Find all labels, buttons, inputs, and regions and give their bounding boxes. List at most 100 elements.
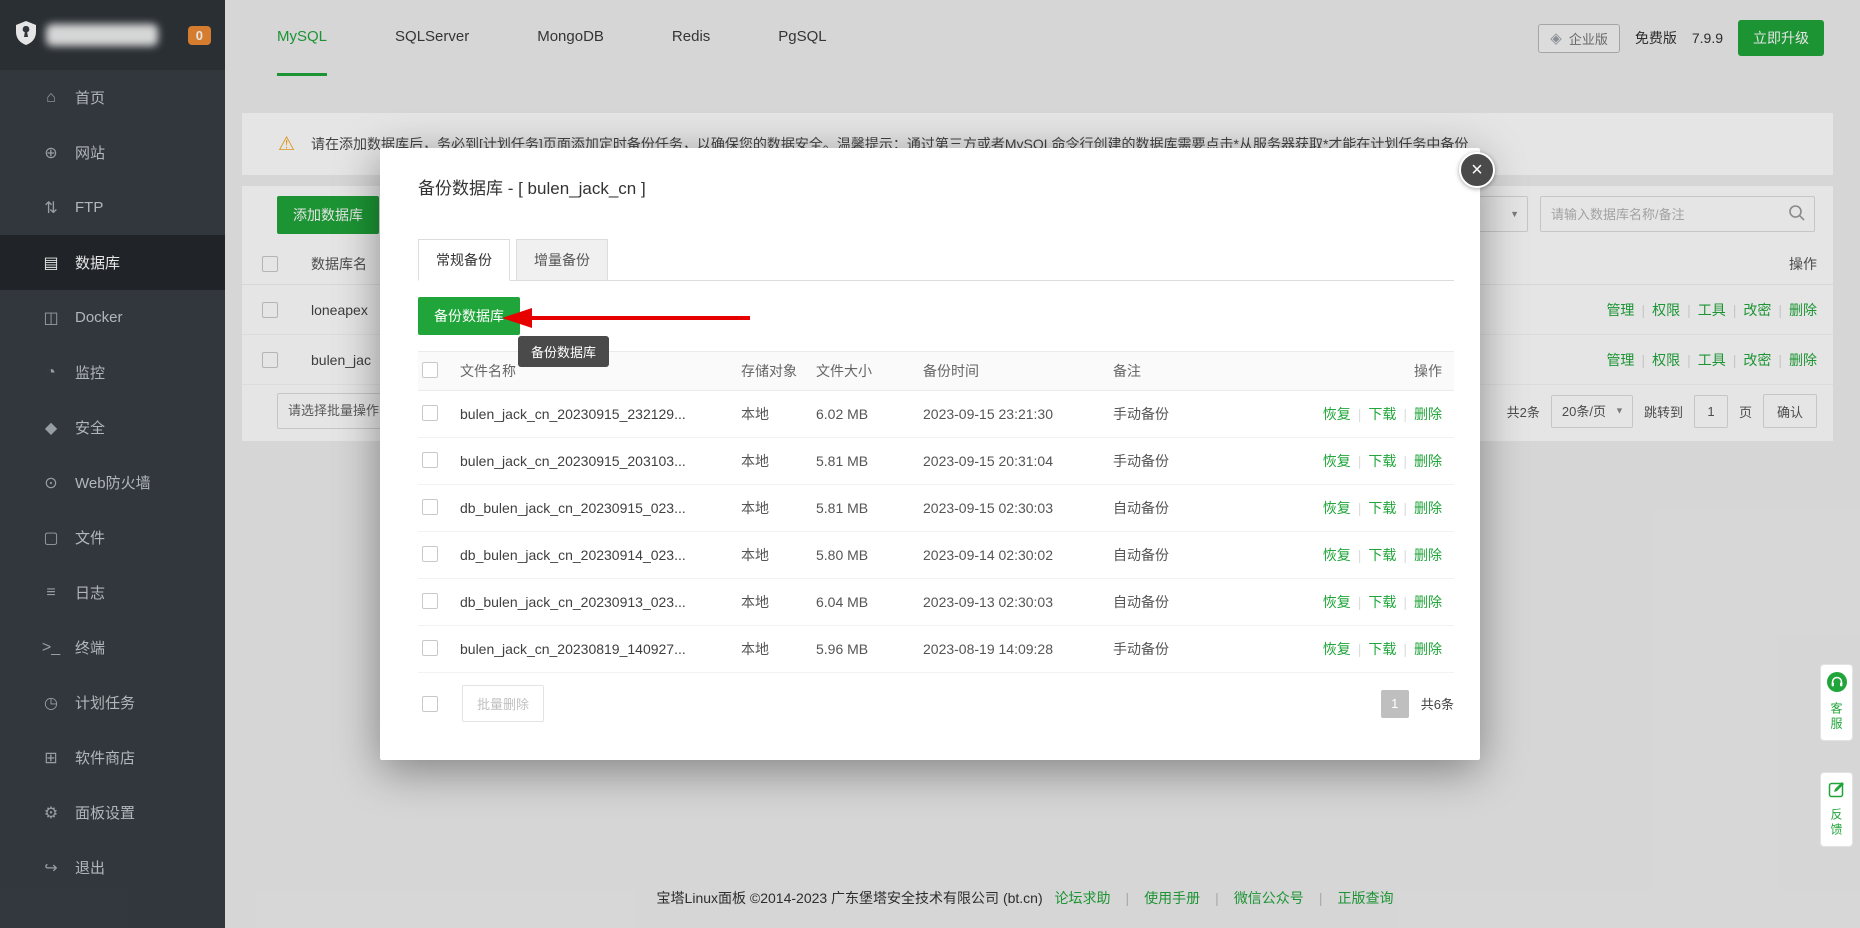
ftp-icon: ⇅	[40, 198, 62, 218]
row-checkbox[interactable]	[422, 405, 438, 421]
sidebar-item-waf[interactable]: ⊙Web防火墙	[0, 455, 225, 510]
sidebar-item-label: 数据库	[75, 252, 120, 273]
forum-help-link[interactable]: 论坛求助	[1055, 890, 1111, 906]
page-number-input[interactable]: 1	[1694, 395, 1728, 428]
delete-link[interactable]: 删除	[1414, 453, 1442, 469]
sidebar-item-home[interactable]: ⌂首页	[0, 70, 225, 125]
delete-link[interactable]: 删除	[1414, 500, 1442, 516]
restore-link[interactable]: 恢复	[1323, 453, 1351, 469]
search-input[interactable]	[1540, 196, 1815, 232]
download-link[interactable]: 下载	[1368, 453, 1396, 469]
tab-mongodb[interactable]: MongoDB	[537, 0, 604, 76]
sidebar-item-logout[interactable]: ↪退出	[0, 840, 225, 895]
row-checkbox[interactable]	[262, 352, 278, 368]
per-page-label: 20条/页	[1562, 404, 1606, 419]
feedback-widget[interactable]: 反馈	[1820, 772, 1853, 847]
backup-storage: 本地	[741, 592, 816, 612]
message-count-badge[interactable]: 0	[188, 26, 211, 45]
edition-badge[interactable]: ◈企业版	[1538, 24, 1620, 53]
download-link[interactable]: 下载	[1368, 641, 1396, 657]
sidebar-item-logs[interactable]: ≡日志	[0, 565, 225, 620]
wechat-link[interactable]: 微信公众号	[1234, 890, 1304, 906]
sidebar-item-files[interactable]: ▢文件	[0, 510, 225, 565]
manage-link[interactable]: 管理	[1606, 352, 1634, 368]
restore-link[interactable]: 恢复	[1323, 547, 1351, 563]
backup-note: 手动备份	[1113, 639, 1313, 659]
download-link[interactable]: 下载	[1368, 547, 1396, 563]
sidebar-item-label: 面板设置	[75, 802, 135, 823]
backup-modal: × 备份数据库 - [ bulen_jack_cn ] 常规备份 增量备份 备份…	[380, 148, 1480, 760]
backup-database-button[interactable]: 备份数据库	[418, 297, 520, 335]
column-actions: 操作	[1789, 254, 1817, 274]
sidebar-item-appstore[interactable]: ⊞软件商店	[0, 730, 225, 785]
sidebar-item-monitor[interactable]: ◔监控	[0, 345, 225, 400]
tab-sqlserver[interactable]: SQLServer	[395, 0, 469, 76]
restore-link[interactable]: 恢复	[1323, 406, 1351, 422]
select-all-checkbox[interactable]	[422, 696, 438, 712]
change-password-link[interactable]: 改密	[1743, 302, 1771, 318]
close-icon[interactable]: ×	[1459, 152, 1495, 188]
backup-modal-footer: 批量删除 1 共6条	[418, 685, 1454, 722]
select-all-checkbox[interactable]	[422, 362, 438, 378]
restore-link[interactable]: 恢复	[1323, 500, 1351, 516]
customer-service-widget[interactable]: 客服	[1820, 664, 1853, 741]
sidebar-item-label: Web防火墙	[75, 472, 151, 493]
backup-row: db_bulen_jack_cn_20230913_023... 本地 6.04…	[418, 579, 1454, 626]
tools-link[interactable]: 工具	[1698, 352, 1726, 368]
upgrade-button[interactable]: 立即升级	[1738, 20, 1824, 56]
delete-link[interactable]: 删除	[1789, 352, 1817, 368]
batch-delete-button[interactable]: 批量删除	[462, 685, 544, 722]
version-label: 7.9.9	[1692, 30, 1723, 46]
add-database-button[interactable]: 添加数据库	[277, 196, 379, 234]
tab-redis[interactable]: Redis	[672, 0, 710, 76]
tab-regular-backup[interactable]: 常规备份	[418, 239, 510, 281]
delete-link[interactable]: 删除	[1414, 406, 1442, 422]
restore-link[interactable]: 恢复	[1323, 641, 1351, 657]
manage-link[interactable]: 管理	[1606, 302, 1634, 318]
tab-mysql[interactable]: MySQL	[277, 0, 327, 76]
row-checkbox[interactable]	[422, 593, 438, 609]
backup-time: 2023-08-19 14:09:28	[923, 641, 1113, 657]
pencil-icon	[1828, 780, 1846, 803]
backup-note: 自动备份	[1113, 592, 1313, 612]
delete-link[interactable]: 删除	[1414, 594, 1442, 610]
sidebar-item-security[interactable]: ◆安全	[0, 400, 225, 455]
confirm-button[interactable]: 确认	[1763, 394, 1817, 428]
permission-link[interactable]: 权限	[1652, 302, 1680, 318]
delete-link[interactable]: 删除	[1414, 547, 1442, 563]
row-checkbox[interactable]	[262, 302, 278, 318]
delete-link[interactable]: 删除	[1414, 641, 1442, 657]
sidebar-item-terminal[interactable]: >_终端	[0, 620, 225, 675]
tools-link[interactable]: 工具	[1698, 302, 1726, 318]
current-page[interactable]: 1	[1381, 690, 1409, 718]
gear-icon: ⚙	[40, 803, 62, 823]
sidebar: 0 ⌂首页 ⊕网站 ⇅FTP ▤数据库 ◫Docker ◔监控 ◆安全 ⊙Web…	[0, 0, 225, 928]
restore-link[interactable]: 恢复	[1323, 594, 1351, 610]
sidebar-item-docker[interactable]: ◫Docker	[0, 290, 225, 345]
tab-incremental-backup[interactable]: 增量备份	[516, 239, 608, 281]
column-storage: 存储对象	[741, 361, 816, 381]
download-link[interactable]: 下载	[1368, 500, 1396, 516]
sidebar-item-website[interactable]: ⊕网站	[0, 125, 225, 180]
logo[interactable]: 0	[0, 0, 225, 70]
sidebar-item-cron[interactable]: ◷计划任务	[0, 675, 225, 730]
select-all-checkbox[interactable]	[262, 256, 278, 272]
search-icon[interactable]	[1788, 204, 1806, 227]
separator: |	[1403, 641, 1407, 657]
row-checkbox[interactable]	[422, 546, 438, 562]
sidebar-item-ftp[interactable]: ⇅FTP	[0, 180, 225, 235]
delete-link[interactable]: 删除	[1789, 302, 1817, 318]
row-checkbox[interactable]	[422, 499, 438, 515]
manual-link[interactable]: 使用手册	[1144, 890, 1200, 906]
download-link[interactable]: 下载	[1368, 594, 1396, 610]
row-checkbox[interactable]	[422, 640, 438, 656]
download-link[interactable]: 下载	[1368, 406, 1396, 422]
sidebar-item-panel-settings[interactable]: ⚙ 面板设置	[0, 785, 225, 840]
permission-link[interactable]: 权限	[1652, 352, 1680, 368]
tab-pgsql[interactable]: PgSQL	[778, 0, 826, 76]
sidebar-item-database[interactable]: ▤数据库	[0, 235, 225, 290]
change-password-link[interactable]: 改密	[1743, 352, 1771, 368]
license-check-link[interactable]: 正版查询	[1337, 890, 1393, 906]
per-page-select[interactable]: 20条/页▼	[1551, 395, 1633, 428]
row-checkbox[interactable]	[422, 452, 438, 468]
